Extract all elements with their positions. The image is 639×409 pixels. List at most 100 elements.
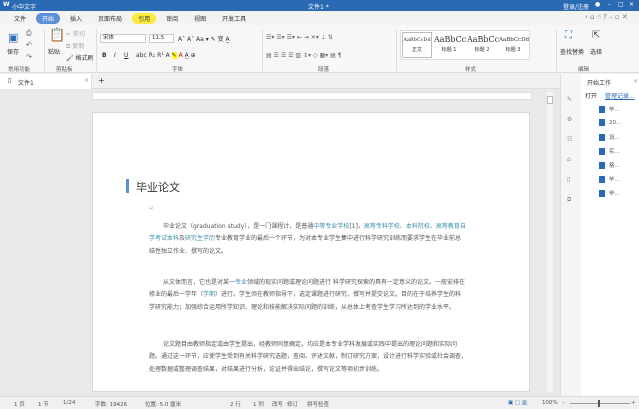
app-name: 小中文字 (12, 4, 37, 11)
document-icon: ▯ (8, 77, 12, 84)
status-section: 1 节 (38, 402, 49, 408)
underline-button[interactable]: U (124, 52, 128, 59)
paste-button[interactable]: 粘贴 (48, 47, 60, 56)
user-icon[interactable]: ● (595, 1, 600, 8)
view-mode-icons[interactable]: ▣ ▢ ▥ (508, 400, 527, 406)
status-bar: 1 页 1 节 1/24 字数: 19426 位置: 5.0 厘米 2 行 1 … (0, 396, 639, 409)
close-tab-icon[interactable]: × (84, 77, 89, 84)
close-button[interactable]: ✕ (629, 1, 634, 8)
tab-review[interactable]: 审阅 (160, 13, 184, 24)
cursor-icon[interactable]: ⇱ (592, 30, 600, 41)
group-label-common: 常用功能 (8, 67, 31, 73)
tab-references[interactable]: 引用 (132, 12, 157, 24)
style-sample: AaBbCcDd (499, 37, 530, 43)
new-tab-button[interactable]: + (98, 76, 105, 85)
window-title: 文件1 * (308, 4, 329, 11)
status-spell-check[interactable]: 拼写检查 (307, 400, 329, 408)
style-icon[interactable]: ⚙ (567, 116, 572, 123)
clipboard-icon[interactable]: ▯ (567, 176, 570, 183)
font-effects-tools[interactable]: abc R₁ R¹ A ✎ A A̲ ⊕ (136, 52, 196, 59)
style-sample: AaBbCc (434, 35, 467, 44)
recent-file[interactable]: 毕... (599, 189, 620, 197)
tab-developer[interactable]: 开发工具 (216, 13, 252, 24)
style-name: 标题 3 (505, 47, 521, 53)
italic-button[interactable]: I (114, 52, 116, 59)
binoculars-icon[interactable]: ⛶ (565, 30, 572, 41)
tab-layout[interactable]: 页面布局 (92, 13, 128, 24)
paragraph-2: 从文体而言，它也是对某一专业领域的现实问题或理论问题进行 科学研究探索的具有一定… (149, 279, 465, 311)
share-icon[interactable]: ⧉ (567, 196, 571, 204)
status-pages: 1/24 (63, 400, 76, 406)
status-word-count[interactable]: 字数: 19426 (95, 400, 127, 408)
font-name-select[interactable]: 宋体 (100, 34, 146, 43)
print-icon[interactable]: ⎙ (26, 29, 32, 38)
style-heading-1[interactable]: AaBbCc 标题 1 (434, 32, 467, 53)
zoom-level[interactable]: 100% (542, 400, 558, 406)
manage-records-link[interactable]: 管理记录... (605, 91, 635, 100)
find-replace-button[interactable]: 查找替换 (560, 47, 584, 56)
font-size-select[interactable]: 11.5 (149, 34, 174, 43)
save-icon[interactable]: ▣ (8, 31, 18, 44)
recent-file[interactable]: 毕... (599, 175, 620, 183)
app-logo-icon: W (3, 1, 10, 8)
style-heading-3[interactable]: AaBbCcDd 标题 3 (499, 32, 530, 53)
group-label-font: 字体 (172, 67, 184, 73)
paragraph-mark: ↵ (149, 205, 155, 212)
recent-file[interactable]: 20... (599, 119, 621, 126)
format-painter-button[interactable]: 🖌 格式刷 (66, 53, 94, 62)
zoom-in-button[interactable]: + (631, 400, 636, 406)
styles-gallery: AaBbCcDd 正文 AaBbCc 标题 1 AaBbCc 标题 2 AaBbCcD… (400, 30, 530, 60)
status-overwrite[interactable]: 改写 (272, 400, 283, 408)
style-name: 正文 (411, 47, 422, 53)
group-label-paragraph: 段落 (318, 67, 330, 73)
document-heading: 毕业论文 (136, 181, 180, 194)
login-link[interactable]: 登录/注册 (563, 2, 589, 11)
style-normal[interactable]: AaBbCcDd 正文 (402, 32, 432, 58)
document-page[interactable]: 毕业论文 ↵ 毕业论文（graduation study），是一门课程计，是普通… (92, 112, 530, 392)
ribbon-controls-icon[interactable]: ‹ ⌂ ☝ ? – ▫ ✕ (585, 13, 628, 21)
lock-icon[interactable]: ⌂ (567, 156, 571, 163)
maximize-button[interactable]: □ (618, 1, 624, 8)
tab-home[interactable]: 开始 (36, 12, 61, 24)
recent-file[interactable]: 格... (599, 161, 620, 169)
tab-file[interactable]: 文件 (8, 13, 32, 24)
bold-button[interactable]: B (102, 52, 107, 59)
horizontal-ruler[interactable] (92, 92, 532, 100)
redo-icon[interactable]: ↷ (26, 53, 32, 61)
tab-view[interactable]: 视图 (188, 13, 212, 24)
open-link[interactable]: 打开 (585, 91, 597, 100)
copy-button[interactable]: ⧉ 复制 (66, 41, 84, 51)
paste-icon[interactable]: 📋 (49, 28, 65, 43)
tab-insert[interactable]: 插入 (64, 13, 88, 24)
pen-icon[interactable]: ✎ (567, 96, 572, 103)
panel-close-icon[interactable]: × (633, 78, 638, 85)
style-heading-2[interactable]: AaBbCc 标题 2 (467, 32, 500, 53)
panel-title: 开始工作 (587, 80, 612, 87)
zoom-slider-thumb[interactable] (598, 400, 600, 407)
title-bar: W 小中文字 文件1 * 登录/注册 ● – □ ✕ (0, 0, 639, 11)
recent-file[interactable]: 设... (599, 133, 620, 141)
vertical-scrollbar[interactable] (547, 92, 553, 392)
status-page: 1 页 (14, 402, 25, 408)
select-button[interactable]: 选择 (590, 47, 602, 56)
recent-file[interactable]: 实... (599, 147, 620, 155)
minimize-button[interactable]: – (608, 1, 611, 8)
list-tools[interactable]: ☰▾ ☰▾ ☰▾ ⇤ ⇥ ✕▾ ⊥ ⇅ (266, 34, 333, 41)
style-name: 标题 2 (474, 47, 490, 53)
style-sample: AaBbCc (467, 35, 500, 44)
doc-tab-label: 文件1 (18, 80, 34, 87)
zoom-out-button[interactable]: – (562, 400, 565, 406)
alignment-tools[interactable]: ▤ ☰ ☰ ☰ ▥ ↕▾ ◇ ▦▾ ▤ ¶ (266, 52, 341, 59)
font-size-tools[interactable]: A˄ A˅ Aa ▾ ✎ 变 A̲ (178, 34, 230, 43)
navigation-icon[interactable]: ☷ (567, 136, 572, 143)
status-column: 1 列 (253, 402, 264, 408)
status-revise[interactable]: 修订 (287, 400, 298, 408)
recent-file[interactable]: 毕... (599, 105, 620, 113)
undo-icon[interactable]: ↶ (26, 41, 32, 49)
zoom-slider[interactable] (570, 403, 630, 404)
cut-label: 剪切 (72, 31, 85, 38)
save-button[interactable]: 保存 (7, 47, 19, 56)
doc-tab-active[interactable]: ▯ 文件1 × (0, 74, 92, 89)
group-label-clipboard: 剪贴板 (56, 67, 73, 73)
cut-button[interactable]: ✂ 剪切 (66, 29, 85, 38)
